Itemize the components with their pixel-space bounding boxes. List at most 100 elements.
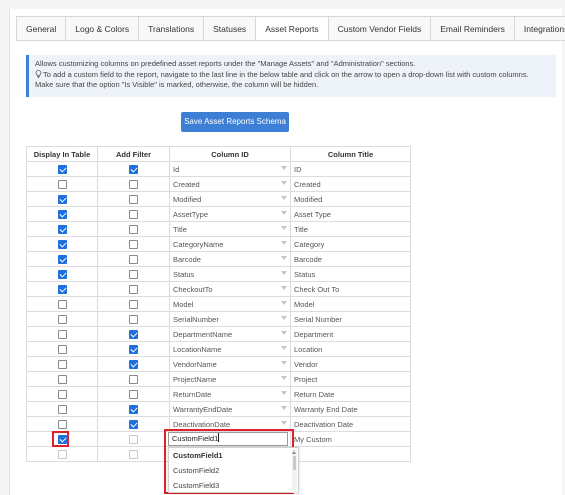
checkbox-unchecked[interactable] bbox=[57, 344, 67, 354]
column-title-field[interactable]: ID bbox=[290, 161, 411, 177]
dropdown-option[interactable]: CustomField1 bbox=[169, 448, 298, 463]
checkbox-unchecked[interactable] bbox=[57, 449, 67, 459]
checkbox-unchecked[interactable] bbox=[129, 179, 138, 189]
column-title-field[interactable]: Return Date bbox=[290, 386, 411, 402]
scroll-thumb[interactable] bbox=[293, 456, 296, 470]
checkbox-unchecked[interactable] bbox=[129, 299, 138, 309]
checkbox-checked[interactable] bbox=[57, 164, 67, 174]
checkbox-unchecked[interactable] bbox=[57, 179, 67, 189]
checkbox-unchecked[interactable] bbox=[129, 434, 138, 444]
checkbox-checked[interactable] bbox=[57, 194, 67, 204]
chevron-down-icon[interactable] bbox=[281, 361, 287, 365]
column-title-field[interactable]: Title bbox=[290, 221, 411, 237]
checkbox-unchecked[interactable] bbox=[57, 389, 67, 399]
column-title-field[interactable]: Check Out To bbox=[290, 281, 411, 297]
column-id-select[interactable]: WarrantyEndDate bbox=[169, 401, 291, 417]
tab-custom-vendor-fields[interactable]: Custom Vendor Fields bbox=[327, 16, 431, 41]
checkbox-unchecked[interactable] bbox=[129, 269, 138, 279]
column-id-select[interactable]: Modified bbox=[169, 191, 291, 207]
checkbox-checked[interactable] bbox=[57, 269, 67, 279]
checkbox-unchecked[interactable] bbox=[129, 389, 138, 399]
column-id-select[interactable]: Model bbox=[169, 296, 291, 312]
checkbox-unchecked[interactable] bbox=[129, 314, 138, 324]
column-title-field[interactable]: Project bbox=[290, 371, 411, 387]
column-title-field[interactable]: My Custom bbox=[290, 431, 411, 447]
tab-integrations[interactable]: Integrations bbox=[513, 16, 565, 41]
chevron-down-icon[interactable] bbox=[281, 166, 287, 170]
checkbox-unchecked[interactable] bbox=[57, 374, 67, 384]
column-id-select[interactable]: CategoryName bbox=[169, 236, 291, 252]
checkbox-checked[interactable] bbox=[57, 254, 67, 264]
checkbox-checked[interactable] bbox=[129, 329, 138, 339]
chevron-down-icon[interactable] bbox=[281, 331, 287, 335]
checkbox-unchecked[interactable] bbox=[129, 209, 138, 219]
column-title-field[interactable]: Vendor bbox=[290, 356, 411, 372]
checkbox-unchecked[interactable] bbox=[57, 359, 67, 369]
column-title-field[interactable]: Location bbox=[290, 341, 411, 357]
column-title-field[interactable]: Warranty End Date bbox=[290, 401, 411, 417]
column-title-field[interactable]: Modified bbox=[290, 191, 411, 207]
chevron-down-icon[interactable] bbox=[281, 316, 287, 320]
column-title-field[interactable]: Serial Number bbox=[290, 311, 411, 327]
chevron-down-icon[interactable] bbox=[281, 346, 287, 350]
checkbox-unchecked[interactable] bbox=[129, 239, 138, 249]
column-title-field[interactable]: Barcode bbox=[290, 251, 411, 267]
checkbox-unchecked[interactable] bbox=[129, 449, 138, 459]
checkbox-checked[interactable] bbox=[129, 344, 138, 354]
chevron-down-icon[interactable] bbox=[281, 271, 287, 275]
column-id-select[interactable]: DepartmentName bbox=[169, 326, 291, 342]
chevron-down-icon[interactable] bbox=[281, 286, 287, 290]
checkbox-unchecked[interactable] bbox=[57, 419, 67, 429]
tab-asset-reports[interactable]: Asset Reports bbox=[255, 16, 328, 41]
column-id-select[interactable]: Id bbox=[169, 161, 291, 177]
checkbox-unchecked[interactable] bbox=[57, 329, 67, 339]
checkbox-checked[interactable] bbox=[57, 284, 67, 294]
chevron-down-icon[interactable] bbox=[281, 241, 287, 245]
column-id-select[interactable]: VendorName bbox=[169, 356, 291, 372]
chevron-down-icon[interactable] bbox=[281, 226, 287, 230]
checkbox-checked[interactable] bbox=[57, 224, 67, 234]
column-title-field[interactable]: Deactivation Date bbox=[290, 416, 411, 432]
chevron-down-icon[interactable] bbox=[281, 256, 287, 260]
column-title-field[interactable]: Department bbox=[290, 326, 411, 342]
column-title-field[interactable] bbox=[290, 446, 411, 462]
column-title-field[interactable]: Status bbox=[290, 266, 411, 282]
column-id-select[interactable]: Title bbox=[169, 221, 291, 237]
chevron-down-icon[interactable] bbox=[281, 421, 287, 425]
checkbox-checked[interactable] bbox=[129, 164, 138, 174]
chevron-down-icon[interactable] bbox=[281, 196, 287, 200]
save-asset-reports-schema-button[interactable]: Save Asset Reports Schema bbox=[181, 112, 289, 132]
chevron-down-icon[interactable] bbox=[281, 301, 287, 305]
checkbox-unchecked[interactable] bbox=[129, 284, 138, 294]
checkbox-unchecked[interactable] bbox=[57, 314, 67, 324]
column-id-select[interactable]: LocationName bbox=[169, 341, 291, 357]
checkbox-unchecked[interactable] bbox=[129, 254, 138, 264]
checkbox-unchecked[interactable] bbox=[57, 299, 67, 309]
chevron-down-icon[interactable] bbox=[281, 181, 287, 185]
column-id-select[interactable]: SerialNumber bbox=[169, 311, 291, 327]
column-title-field[interactable]: Model bbox=[290, 296, 411, 312]
column-id-select[interactable]: Barcode bbox=[169, 251, 291, 267]
checkbox-unchecked[interactable] bbox=[129, 374, 138, 384]
column-title-field[interactable]: Category bbox=[290, 236, 411, 252]
tab-translations[interactable]: Translations bbox=[138, 16, 204, 41]
tab-general[interactable]: General bbox=[16, 16, 66, 41]
column-id-select[interactable]: CheckoutTo bbox=[169, 281, 291, 297]
tab-statuses[interactable]: Statuses bbox=[203, 16, 256, 41]
chevron-down-icon[interactable] bbox=[281, 391, 287, 395]
checkbox-checked[interactable] bbox=[57, 239, 67, 249]
dropdown-option[interactable]: CustomField2 bbox=[169, 463, 298, 478]
checkbox-checked[interactable] bbox=[129, 359, 138, 369]
column-title-field[interactable]: Created bbox=[290, 176, 411, 192]
checkbox-unchecked[interactable] bbox=[57, 404, 67, 414]
column-title-field[interactable]: Asset Type bbox=[290, 206, 411, 222]
dropdown-scrollbar[interactable] bbox=[292, 449, 297, 493]
dropdown-option[interactable]: CustomField3 bbox=[169, 478, 298, 493]
checkbox-unchecked[interactable] bbox=[129, 194, 138, 204]
column-id-select[interactable]: AssetType bbox=[169, 206, 291, 222]
chevron-down-icon[interactable] bbox=[281, 211, 287, 215]
tab-email-reminders[interactable]: Email Reminders bbox=[430, 16, 514, 41]
checkbox-unchecked[interactable] bbox=[129, 224, 138, 234]
checkbox-checked[interactable] bbox=[129, 404, 138, 414]
checkbox-checked[interactable] bbox=[129, 419, 138, 429]
